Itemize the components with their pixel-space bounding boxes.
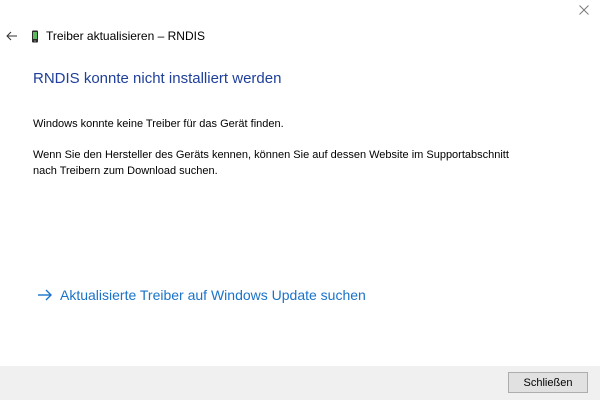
windows-update-link-label[interactable]: Aktualisierte Treiber auf Windows Update… (60, 287, 366, 303)
error-message: Windows konnte keine Treiber für das Ger… (33, 118, 284, 130)
close-icon (579, 5, 589, 15)
dialog-footer: Schließen (0, 366, 600, 400)
windows-update-link[interactable]: Aktualisierte Treiber auf Windows Update… (35, 285, 366, 305)
header-title: Treiber aktualisieren – RNDIS (46, 29, 205, 43)
close-button[interactable]: Schließen (508, 372, 588, 393)
arrow-right-icon (35, 285, 55, 305)
help-message: Wenn Sie den Hersteller des Geräts kenne… (33, 149, 509, 177)
window-close-button[interactable] (568, 0, 600, 20)
back-arrow-icon (6, 31, 17, 41)
back-button[interactable] (2, 26, 22, 46)
dialog-header: Treiber aktualisieren – RNDIS (0, 26, 205, 46)
update-driver-dialog: Treiber aktualisieren – RNDIS RNDIS konn… (0, 0, 600, 400)
device-icon (30, 29, 40, 43)
page-title: RNDIS konnte nicht installiert werden (33, 70, 282, 87)
